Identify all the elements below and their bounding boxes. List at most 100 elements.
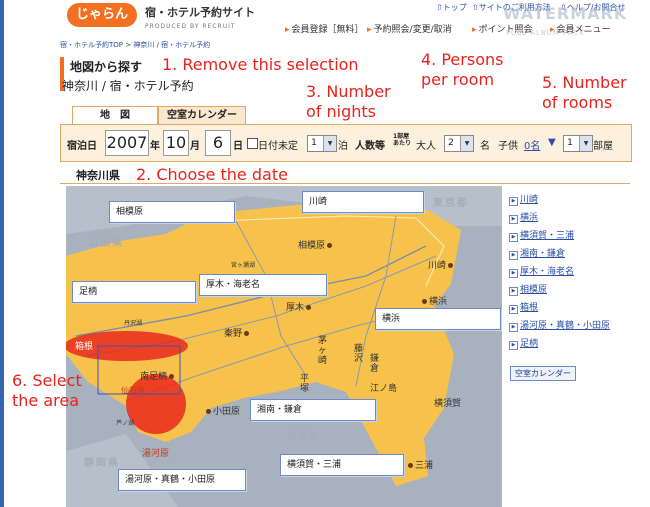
place-yokohama: 横浜 [420,294,447,307]
day-input[interactable]: 6 [205,130,231,156]
child-label: 子供 [498,141,518,152]
month-unit: 月 [190,141,200,152]
place-enoshima: 江ノ島 [370,384,398,394]
adult-label: 大人 [416,141,436,152]
place-miyagase: 宮ヶ瀬湖 [231,262,256,269]
area-box-ashigara[interactable]: 足柄 [72,281,196,303]
top-link-home[interactable]: ⇧トップ [436,2,467,13]
arrow-right-icon: ▶ [509,215,518,224]
city-dot [306,305,312,310]
place-hadano: 秦野 [224,326,251,339]
area-box-sagamihara[interactable]: 相模原 [109,201,235,223]
area-link-atsugi-ebina[interactable]: ▶ 厚木・海老名 [509,264,574,278]
area-link-yokohama[interactable]: ▶ 横浜 [509,210,538,224]
place-hiratsuka: 平塚 [300,374,310,394]
breadcrumb: 宿・ホテル予約TOP > 神奈川 / 宿・ホテル予約 [60,41,211,49]
city-dot [206,409,211,414]
area-box-shonan-kamakura[interactable]: 湘南・鎌倉 [250,399,376,421]
arrow-right-icon: ▶ [509,305,518,314]
rooms-unit: 部屋 [593,141,613,152]
month-input[interactable]: 10 [163,130,189,156]
arrow-right-icon: ▶ [509,197,518,206]
rooms-select[interactable]: 1 ▼ [563,135,593,152]
date-undecided-checkbox[interactable] [247,138,258,149]
place-tanzawa: 丹沢湖 [124,320,143,327]
annotation-persons: 4. Persons per room [421,50,504,89]
breadcrumb-top[interactable]: 宿・ホテル予約TOP [60,41,123,49]
breadcrumb-hotel: 宿・ホテル予約 [161,41,211,49]
place-kamakura: 鎌倉 [370,354,380,374]
area-box-kawasaki[interactable]: 川崎 [302,191,424,213]
place-chigasaki: 茅ヶ崎 [318,336,328,366]
date-undecided-label: 日付未定 [258,141,298,152]
place-yugawara: 湯河原 [142,449,170,459]
children-count-link[interactable]: 0名 [524,137,540,152]
nights-select[interactable]: 1 ▼ [307,135,337,152]
map-label-yamanashi: 山梨県 [88,238,124,249]
nav-reservation[interactable]: ▸ 予約照会/変更/取消 [367,22,452,35]
year-unit: 年 [150,141,160,152]
chevron-down-icon: ▼ [579,136,592,151]
place-minamiashigara: 南足柄 [140,369,176,382]
place-kawasaki: 川崎 [428,258,455,271]
year-input[interactable]: 2007 [105,130,149,156]
city-dot [327,243,333,248]
place-miura: 三浦 [406,458,433,471]
annotation-choose-date: 2. Choose the date [136,165,288,184]
city-dot [448,263,454,268]
arrow-right-icon: ▶ [509,287,518,296]
map-label-tokyo: 東京都 [433,198,469,209]
chevron-down-icon: ▼ [323,136,336,151]
area-box-yokohama[interactable]: 横浜 [375,308,501,330]
area-link-yokosuka-miura[interactable]: ▶ 横須賀・三浦 [509,228,574,242]
arrow-icon: ⇧ [472,3,479,12]
hakone-highlight-circle [126,374,186,434]
place-fujisawa: 藤沢 [354,344,364,364]
adults-select[interactable]: 2 ▼ [444,135,474,152]
area-link-sagamihara[interactable]: ▶ 相模原 [509,282,547,296]
area-box-yugawara-manazuru-odawara[interactable]: 湯河原・真鶴・小田原 [118,469,246,491]
annotation-select-area: 6. Select the area [12,371,82,410]
kanagawa-map: 東京都 山梨県 静岡県 相模湾 相模原 川崎 厚木 横浜 秦野 茅ヶ崎 藤沢 鎌… [66,186,502,507]
chevron-down-icon: ▼ [548,137,556,148]
area-link-shonan-kamakura[interactable]: ▶ 湘南・鎌倉 [509,246,565,260]
persons-label: 人数等 [355,141,385,152]
city-dot [408,463,413,468]
tab-map[interactable]: 地 図 [72,106,158,125]
checkin-label: 宿泊日 [67,141,97,152]
area-link-ashigara[interactable]: ▶ 足柄 [509,336,538,350]
city-dot [244,331,250,336]
place-sagamihara: 相模原 [298,238,334,251]
arrow-right-icon: ▶ [509,251,518,260]
day-unit: 日 [233,141,243,152]
adult-unit: 名 [480,141,490,152]
area-link-hakone[interactable]: ▶ 箱根 [509,300,538,314]
per-room-note: 1部屋 あたり [393,133,412,147]
area-box-atsugi-ebina[interactable]: 厚木・海老名 [199,274,327,296]
arrow-icon: ⇧ [436,3,443,12]
tab-vacancy-calendar[interactable]: 空室カレンダー [158,106,246,125]
area-box-hakone[interactable]: 箱根 [68,336,136,358]
city-dot [169,374,175,379]
annotation-rooms: 5. Number of rooms [542,73,627,112]
arrow-right-icon: ▶ [509,323,518,332]
area-link-kawasaki[interactable]: ▶ 川崎 [509,192,538,206]
area-link-yugawara-manazuru-odawara[interactable]: ▶ 湯河原・真鶴・小田原 [509,318,610,332]
annotation-remove-selection: 1. Remove this selection [162,55,359,74]
chevron-right-icon: ▸ [285,25,290,35]
breadcrumb-kanagawa: 神奈川 [133,41,155,49]
watermark-sub: FULL ALBUM PACK [506,29,585,37]
map-label-sagami-bay: 相模湾 [288,431,318,440]
page-title: 地図から探す [70,60,143,74]
vacancy-calendar-button[interactable]: 空室カレンダー [510,366,576,381]
place-sengokuhara: 仙石原 [121,386,145,395]
annotation-nights: 3. Number of nights [306,82,391,121]
jalan-logo[interactable]: じゃらん [67,3,137,27]
prefecture-name: 神奈川県 [76,169,120,182]
place-ashinoko: 芦ノ湖 [116,420,135,427]
nav-register[interactable]: ▸ 会員登録［無料］ [285,22,364,35]
area-box-yokosuka-miura[interactable]: 横須賀・三浦 [280,454,404,476]
place-yokosuka: 横須賀 [434,399,462,409]
place-odawara: 小田原 [204,404,240,417]
chevron-right-icon: ▸ [367,25,372,35]
